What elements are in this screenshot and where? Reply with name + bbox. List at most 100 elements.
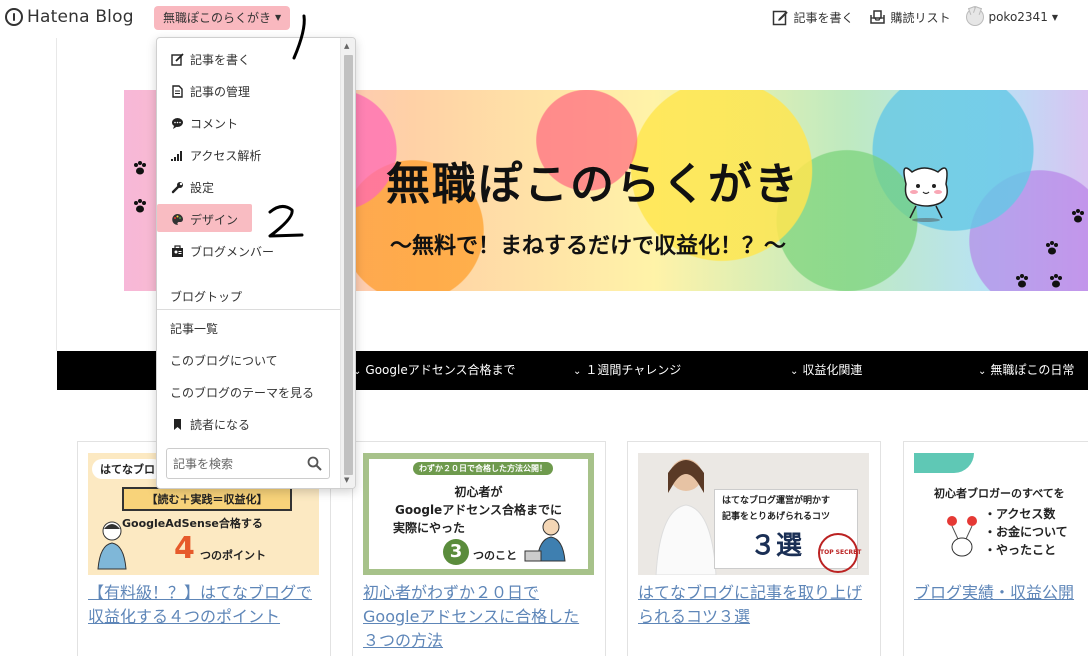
paw-print-icon	[134, 161, 146, 175]
document-icon	[172, 84, 183, 98]
dropdown-scrollbar[interactable]: ▲ ▼	[340, 38, 355, 488]
bookmark-icon	[174, 418, 181, 430]
category-label: 無職ぽこの日常	[990, 363, 1075, 377]
scroll-up-arrow-icon[interactable]: ▲	[344, 42, 349, 50]
members-icon	[172, 244, 183, 257]
menu-item-label: 設定	[190, 180, 215, 195]
paw-print-icon	[134, 199, 146, 213]
menu-item-blog-members[interactable]: ブログメンバー	[157, 235, 340, 267]
reading-list-link[interactable]: 購読リスト	[869, 9, 950, 26]
category-label: 収益化関連	[802, 363, 863, 377]
article-thumbnail[interactable]: 初心者ブロガーのすべてを ・アクセス数 ・お金について ・やったこと	[914, 453, 1088, 575]
entry-search-input[interactable]	[173, 455, 298, 473]
edit-icon	[773, 10, 789, 25]
menu-item-settings[interactable]: 設定	[157, 171, 340, 203]
search-icon[interactable]	[307, 456, 322, 471]
category-link-daily[interactable]: ⌄ 無職ぽこの日常	[978, 351, 1074, 390]
article-card[interactable]: わずか２０日で合格した方法公開！ 初心者が Googleアドセンス合格までに 実…	[352, 441, 606, 656]
thumbnail-text: つのこと	[473, 549, 517, 562]
menu-item-access-analytics[interactable]: アクセス解析	[157, 139, 340, 171]
write-entry-link[interactable]: 記事を書く	[772, 9, 853, 26]
wrench-icon	[171, 181, 183, 193]
thumbnail-text: ・やったこと	[984, 543, 1057, 557]
menu-item-subscribe[interactable]: 読者になる	[157, 408, 340, 440]
blog-admin-dropdown: 記事を書く 記事の管理 コメント アクセス解析 設定 デザイン ブログメンバー …	[156, 37, 356, 489]
write-entry-label: 記事を書く	[793, 10, 854, 25]
thumbnail-text: ３選	[750, 531, 803, 561]
article-card[interactable]: はてなブログ運営が明かす 記事をとりあげられるコツ ３選 TOP SECRET …	[627, 441, 881, 656]
thumbnail-text: わずか２０日で合格した方法公開！	[413, 462, 553, 475]
banner-subtitle: 〜無料で！まねするだけで収益化！？〜	[390, 234, 787, 259]
top-nav: 記事を書く 購読リスト poko2341 ▼	[772, 8, 1058, 26]
banner-title: 無職ぽこのらくがき	[386, 159, 800, 210]
paw-print-icon	[1046, 241, 1058, 255]
logo-text: Hatena Blog	[27, 7, 134, 27]
category-link-adsense[interactable]: ⌄ Googleアドセンス合格まで	[353, 351, 515, 390]
menu-item-entry-list[interactable]: 記事一覧	[157, 312, 340, 344]
category-link-one-week[interactable]: ⌄ １週間チャレンジ	[573, 351, 681, 390]
menu-item-label: ブログメンバー	[190, 244, 275, 259]
menu-item-blog-top[interactable]: ブログトップ	[157, 280, 340, 312]
menu-item-label: 記事一覧	[170, 321, 219, 336]
article-title-link[interactable]: 初心者がわずか２０日でGoogleアドセンスに合格した３つの方法	[363, 581, 595, 653]
article-thumbnail[interactable]: わずか２０日で合格した方法公開！ 初心者が Googleアドセンス合格までに 実…	[363, 453, 594, 575]
menu-item-about-blog[interactable]: このブログについて	[157, 344, 340, 376]
menu-item-label: コメント	[190, 116, 239, 131]
cat-with-balloons-illustration	[947, 516, 977, 557]
blog-switcher-button[interactable]: 無職ぽこのらくがき ▼	[154, 6, 291, 30]
menu-item-label: 記事の管理	[190, 84, 251, 99]
global-header: Hatena Blog 無職ぽこのらくがき ▼ 記事を書く 購読リスト poko…	[0, 0, 1088, 38]
user-menu-button[interactable]: poko2341 ▼	[966, 8, 1058, 26]
menu-item-comments[interactable]: コメント	[157, 107, 340, 139]
menu-item-label: このブログのテーマを見る	[170, 385, 315, 400]
article-title-link[interactable]: 【有料級！？】はてなブログで収益化する４つのポイント	[88, 581, 318, 629]
paw-print-icon	[1072, 209, 1084, 223]
article-card[interactable]: 初心者ブロガーのすべてを ・アクセス数 ・お金について ・やったこと ブログ実績…	[903, 441, 1088, 656]
article-title-link[interactable]: ブログ実績・収益公開	[914, 581, 1088, 605]
chevron-down-icon: ⌄	[573, 366, 582, 377]
menu-item-view-theme[interactable]: このブログのテーマを見る	[157, 376, 340, 408]
thumbnail-text: GoogleAdSense合格する	[122, 517, 263, 530]
thumbnail-text: つのポイント	[200, 549, 266, 562]
caret-down-icon: ▼	[275, 13, 282, 22]
scrollbar-thumb[interactable]	[344, 55, 353, 475]
menu-item-label: このブログについて	[170, 353, 278, 368]
chevron-down-icon: ⌄	[978, 366, 987, 377]
woman-photo	[655, 459, 717, 575]
avatar	[966, 8, 985, 26]
thumbnail-text: はてなブロ	[92, 459, 163, 479]
thumbnail-text: 【読む＋実践＝収益化】	[122, 487, 292, 511]
username: poko2341	[988, 10, 1048, 24]
entry-search-box	[166, 448, 330, 479]
reading-list-label: 購読リスト	[890, 10, 951, 25]
comment-icon	[172, 117, 183, 129]
hatena-blog-logo[interactable]: Hatena Blog	[5, 7, 134, 27]
bar-chart-icon	[171, 150, 182, 161]
chevron-down-icon: ⌄	[790, 366, 799, 377]
top-secret-stamp: TOP SECRET	[818, 533, 861, 573]
page-edge-divider	[56, 38, 57, 351]
cat-mascot-illustration	[903, 167, 948, 222]
category-label: １週間チャレンジ	[585, 363, 682, 377]
thumbnail-text: 実際にやった	[393, 521, 466, 535]
article-title-link[interactable]: はてなブログに記事を取り上げられるコツ３選	[638, 581, 870, 629]
thumbnail-text: 記事をとりあげられるコツ	[722, 512, 831, 522]
person-illustration	[97, 521, 127, 570]
caret-down-icon: ▼	[1051, 12, 1058, 22]
menu-item-design[interactable]: デザイン	[157, 203, 340, 235]
thumbnail-text: 初心者が	[454, 485, 503, 499]
article-thumbnail[interactable]: はてなブログ運営が明かす 記事をとりあげられるコツ ３選 TOP SECRET	[638, 453, 869, 575]
menu-item-label: 読者になる	[190, 417, 251, 432]
thumbnail-text: ・アクセス数	[984, 507, 1056, 521]
menu-item-label: アクセス解析	[190, 148, 262, 163]
thumbnail-text: はてなブログ運営が明かす	[722, 496, 831, 506]
palette-icon	[172, 213, 183, 225]
category-label: Googleアドセンス合格まで	[365, 363, 516, 377]
menu-item-manage-entries[interactable]: 記事の管理	[157, 75, 340, 107]
scroll-down-arrow-icon[interactable]: ▼	[344, 476, 349, 484]
menu-item-label: 記事を書く	[190, 52, 251, 67]
category-link-monetization[interactable]: ⌄ 収益化関連	[790, 351, 862, 390]
thumbnail-text: ・お金について	[984, 525, 1068, 539]
thumbnail-text: 3	[443, 539, 469, 565]
menu-item-write-entry[interactable]: 記事を書く	[157, 43, 340, 75]
